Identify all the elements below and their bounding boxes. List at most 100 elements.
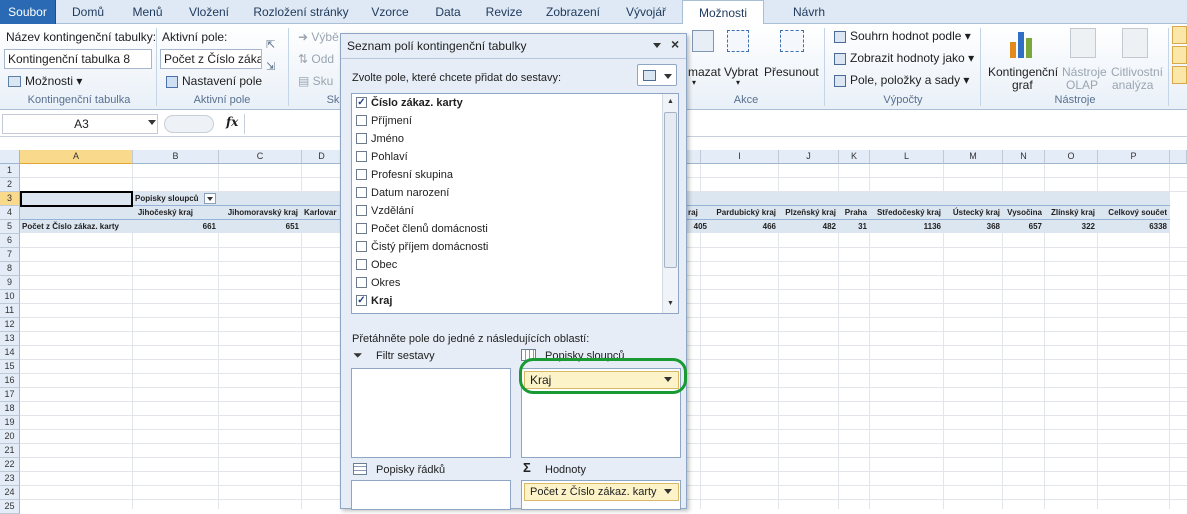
- field-item-household-size[interactable]: Počet členů domácnosti: [356, 220, 488, 238]
- row-header[interactable]: 25: [0, 500, 20, 514]
- checkbox[interactable]: [356, 204, 367, 216]
- row-header[interactable]: 8: [0, 262, 20, 276]
- field-item-profession[interactable]: Profesní skupina: [356, 166, 453, 184]
- active-field-input[interactable]: Počet z Číslo zákaz.: [160, 49, 262, 69]
- field-item-education[interactable]: Vzdělání: [356, 202, 414, 220]
- column-header[interactable]: N: [1003, 150, 1045, 164]
- column-header[interactable]: B: [133, 150, 219, 164]
- tab-view[interactable]: Zobrazení: [538, 0, 608, 24]
- pivot-chart-button[interactable]: Kontingenční: [988, 65, 1058, 79]
- chevron-down-icon[interactable]: ▾: [736, 78, 740, 87]
- tab-formulas[interactable]: Vzorce: [362, 0, 418, 24]
- scrollbar-thumb[interactable]: [664, 112, 677, 268]
- scroll-up-icon[interactable]: ▲: [667, 98, 674, 105]
- row-header[interactable]: 24: [0, 486, 20, 500]
- row-header[interactable]: 23: [0, 472, 20, 486]
- headers-toggle-icon[interactable]: [1172, 66, 1187, 84]
- tab-options[interactable]: Možnosti: [682, 0, 764, 25]
- close-icon[interactable]: ×: [671, 36, 679, 52]
- ungroup-button[interactable]: ⇅ Odd: [298, 52, 334, 66]
- tab-data[interactable]: Data: [426, 0, 470, 24]
- options-button[interactable]: Možnosti ▾: [8, 74, 82, 88]
- field-list-toggle-icon[interactable]: [1172, 26, 1187, 44]
- move-button[interactable]: Přesunout: [764, 65, 819, 79]
- show-values-as-button[interactable]: Zobrazit hodnoty jako ▾: [834, 51, 974, 65]
- group-selection-button[interactable]: ➜ Výbě: [298, 30, 339, 44]
- insert-function-icon[interactable]: fx: [226, 115, 238, 129]
- checkbox[interactable]: [356, 240, 367, 252]
- column-header[interactable]: L: [870, 150, 944, 164]
- buttons-toggle-icon[interactable]: [1172, 46, 1187, 64]
- olap-tools-button[interactable]: Nástroje: [1062, 65, 1107, 79]
- summarize-values-button[interactable]: Souhrn hodnot podle ▾: [834, 29, 971, 43]
- column-header[interactable]: D: [302, 150, 342, 164]
- row-header[interactable]: 12: [0, 318, 20, 332]
- row-header[interactable]: 17: [0, 388, 20, 402]
- row-header[interactable]: 7: [0, 248, 20, 262]
- tab-insert[interactable]: Vložení: [178, 0, 240, 24]
- tab-file[interactable]: Soubor: [0, 0, 56, 24]
- checkbox[interactable]: [356, 114, 367, 126]
- name-box[interactable]: A3: [2, 114, 158, 134]
- scroll-down-icon[interactable]: ▼: [667, 300, 674, 307]
- row-header[interactable]: 19: [0, 416, 20, 430]
- panel-menu-icon[interactable]: [653, 43, 661, 48]
- field-item-gender[interactable]: Pohlaví: [356, 148, 408, 166]
- column-header[interactable]: A: [20, 150, 133, 164]
- column-header[interactable]: P: [1098, 150, 1170, 164]
- column-header[interactable]: C: [219, 150, 302, 164]
- pivot-name-input[interactable]: Kontingenční tabulka 8: [4, 49, 152, 69]
- checkbox[interactable]: [356, 168, 367, 180]
- checkbox-checked[interactable]: ✓: [356, 294, 367, 306]
- field-item-municipality[interactable]: Obec: [356, 256, 397, 274]
- column-header[interactable]: O: [1045, 150, 1098, 164]
- tab-page-layout[interactable]: Rozložení stránky: [248, 0, 354, 24]
- row-header[interactable]: 20: [0, 430, 20, 444]
- name-box-dropdown-icon[interactable]: [148, 120, 156, 125]
- column-header[interactable]: K: [839, 150, 870, 164]
- field-item-birthdate[interactable]: Datum narození: [356, 184, 449, 202]
- group-field-button[interactable]: ▤ Sku: [298, 74, 333, 88]
- select-all-corner[interactable]: [0, 150, 20, 164]
- chevron-down-icon[interactable]: ▾: [692, 78, 696, 87]
- field-item-card-number[interactable]: ✓ Číslo zákaz. karty: [356, 94, 463, 112]
- report-filter-zone[interactable]: [351, 368, 511, 458]
- clear-button[interactable]: mazat: [688, 65, 721, 79]
- values-zone[interactable]: Počet z Číslo zákaz. karty: [521, 480, 681, 510]
- checkbox[interactable]: [356, 258, 367, 270]
- row-header[interactable]: 2: [0, 178, 20, 192]
- column-header[interactable]: [687, 150, 701, 164]
- row-header[interactable]: 11: [0, 304, 20, 318]
- select-button[interactable]: Vybrat: [724, 65, 758, 79]
- checkbox[interactable]: [356, 276, 367, 288]
- tab-review[interactable]: Revize: [478, 0, 530, 24]
- row-header[interactable]: 10: [0, 290, 20, 304]
- row-header[interactable]: 13: [0, 332, 20, 346]
- collapse-field-icon[interactable]: ⇲: [266, 60, 280, 74]
- checkbox[interactable]: [356, 186, 367, 198]
- column-filter-dropdown[interactable]: [204, 193, 216, 204]
- layout-options-button[interactable]: [637, 64, 677, 86]
- field-item-household-income[interactable]: Čistý příjem domácnosti: [356, 238, 488, 256]
- row-header[interactable]: 6: [0, 234, 20, 248]
- tab-developer[interactable]: Vývojář: [616, 0, 676, 24]
- tab-menu[interactable]: Menů: [120, 0, 175, 24]
- column-header[interactable]: I: [701, 150, 779, 164]
- row-header[interactable]: 18: [0, 402, 20, 416]
- row-header[interactable]: 9: [0, 276, 20, 290]
- tab-design[interactable]: Návrh: [768, 0, 850, 24]
- row-header[interactable]: 21: [0, 444, 20, 458]
- column-header[interactable]: J: [779, 150, 839, 164]
- field-list-scrollbar[interactable]: ▲ ▼: [662, 94, 678, 313]
- field-settings-button[interactable]: Nastavení pole: [166, 74, 262, 88]
- fields-items-sets-button[interactable]: Pole, položky a sady ▾: [834, 73, 969, 87]
- column-header[interactable]: M: [944, 150, 1003, 164]
- field-item-district[interactable]: Okres: [356, 274, 400, 292]
- field-item-name[interactable]: Jméno: [356, 130, 404, 148]
- value-field-chip[interactable]: Počet z Číslo zákaz. karty: [524, 483, 679, 501]
- row-header[interactable]: 16: [0, 374, 20, 388]
- row-header[interactable]: 22: [0, 458, 20, 472]
- field-item-region[interactable]: ✓ Kraj: [356, 292, 392, 310]
- checkbox-checked[interactable]: ✓: [356, 96, 367, 108]
- row-header[interactable]: 1: [0, 164, 20, 178]
